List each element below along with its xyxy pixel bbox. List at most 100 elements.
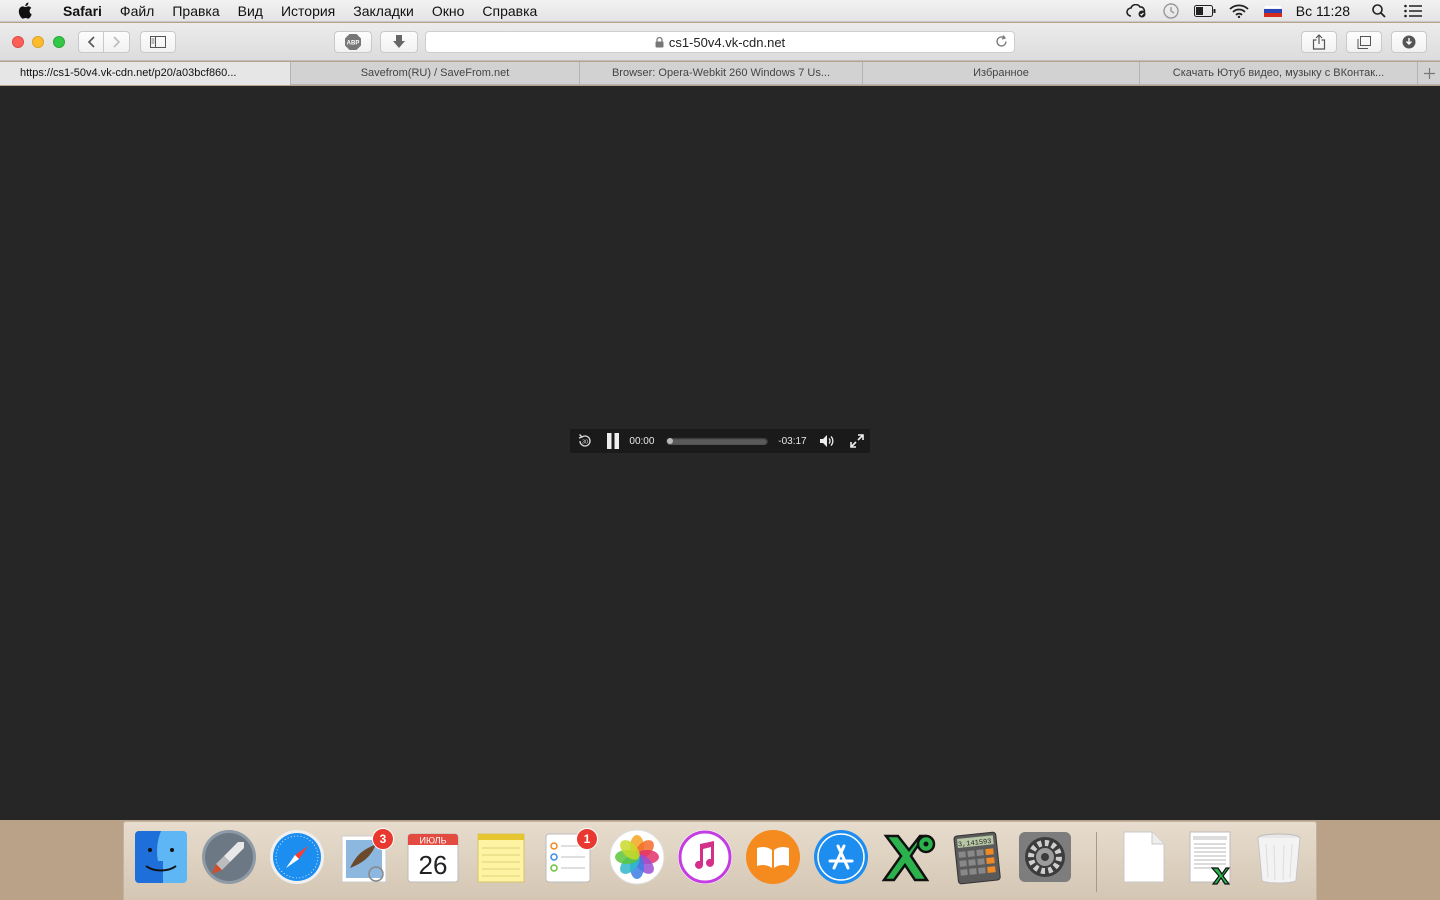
dock-ibooks[interactable] xyxy=(744,828,802,890)
wifi-icon[interactable] xyxy=(1226,0,1252,22)
tab-browser-opera[interactable]: Browser: Opera-Webkit 260 Windows 7 Us..… xyxy=(580,62,863,85)
safari-compass-icon xyxy=(270,830,324,884)
dock-photos[interactable] xyxy=(608,828,666,890)
plus-icon xyxy=(1423,68,1435,79)
dock-mail[interactable]: 3 xyxy=(336,828,394,890)
svg-text:ABP: ABP xyxy=(347,41,360,47)
spotlight-search-icon[interactable] xyxy=(1366,0,1392,22)
ibooks-book-icon xyxy=(746,830,800,884)
adblock-button[interactable]: ABP xyxy=(334,31,372,53)
launchpad-rocket-icon xyxy=(202,830,256,884)
sidebar-toggle-button[interactable] xyxy=(140,31,176,53)
reload-icon[interactable] xyxy=(995,35,1008,48)
downloads-button[interactable] xyxy=(1391,31,1427,53)
new-tab-button[interactable] xyxy=(1418,62,1440,85)
pause-button[interactable] xyxy=(600,433,626,449)
battery-icon[interactable] xyxy=(1192,0,1218,22)
photos-flower-icon xyxy=(609,829,665,885)
tab-vk-cdn[interactable]: https://cs1-50v4.vk-cdn.net/p20/a03bcf86… xyxy=(0,62,291,85)
calendar-day: 26 xyxy=(419,850,448,880)
progress-knob[interactable] xyxy=(667,438,674,444)
close-window-button[interactable] xyxy=(12,36,24,48)
browser-toolbar: ABP cs1-50v4.vk-cdn.net xyxy=(0,23,1440,61)
chevron-right-icon xyxy=(112,36,120,48)
download-circle-icon xyxy=(1402,35,1416,49)
address-text: cs1-50v4.vk-cdn.net xyxy=(668,34,786,50)
dock-document[interactable] xyxy=(1114,828,1172,890)
dock-safari[interactable] xyxy=(268,828,326,890)
fullscreen-button[interactable] xyxy=(844,434,870,448)
rewind-30-icon: 30 xyxy=(578,434,591,447)
page-content: 30 00:00 -03:17 xyxy=(0,86,1440,820)
address-bar[interactable]: cs1-50v4.vk-cdn.net xyxy=(425,31,1015,53)
savefrom-button[interactable] xyxy=(380,31,418,53)
dock-notes[interactable] xyxy=(472,828,530,890)
fullscreen-icon xyxy=(850,434,864,448)
share-button[interactable] xyxy=(1301,31,1337,53)
chevron-left-icon xyxy=(87,36,95,48)
menu-bar: Safari Файл Правка Вид История Закладки … xyxy=(0,0,1440,22)
menubar-clock[interactable]: Вс 11:28 xyxy=(1290,3,1362,19)
volume-button[interactable] xyxy=(815,434,841,448)
dock-key-app[interactable] xyxy=(880,828,938,890)
finder-icon xyxy=(135,831,187,883)
menu-history[interactable]: История xyxy=(272,0,344,22)
russian-flag-icon[interactable] xyxy=(1260,0,1286,22)
mail-badge: 3 xyxy=(372,828,394,850)
pause-icon xyxy=(606,433,619,449)
tabs-icon xyxy=(1357,35,1371,49)
menu-bookmarks[interactable]: Закладки xyxy=(344,0,423,22)
share-icon xyxy=(1312,34,1326,50)
menu-window[interactable]: Окно xyxy=(423,0,474,22)
dock-itunes[interactable] xyxy=(676,828,734,890)
dock-calculator[interactable]: 3,141593 xyxy=(948,828,1006,890)
elapsed-time: 00:00 xyxy=(629,435,655,447)
calendar-month: ИЮЛЬ xyxy=(420,836,447,846)
creative-cloud-icon[interactable] xyxy=(1124,0,1150,22)
app-store-icon xyxy=(814,830,868,884)
dock-reminders[interactable]: 1 xyxy=(540,828,598,890)
menu-app-safari[interactable]: Safari xyxy=(54,0,111,22)
dock-downloads-stack[interactable] xyxy=(1182,828,1240,890)
rewind-30-button[interactable]: 30 xyxy=(572,433,598,449)
dock-calendar[interactable]: ИЮЛЬ 26 xyxy=(404,828,462,890)
back-button[interactable] xyxy=(78,31,104,53)
remaining-time: -03:17 xyxy=(778,435,807,447)
svg-text:30: 30 xyxy=(582,440,588,446)
menu-help[interactable]: Справка xyxy=(473,0,546,22)
notification-center-icon[interactable] xyxy=(1400,0,1426,22)
dock-separator xyxy=(1096,832,1097,892)
dock-trash[interactable] xyxy=(1250,828,1308,890)
speaker-icon xyxy=(820,435,834,447)
menu-view[interactable]: Вид xyxy=(229,0,272,22)
minimize-window-button[interactable] xyxy=(32,36,44,48)
media-player-controls: 30 00:00 -03:17 xyxy=(570,429,870,453)
calculator-icon: 3,141593 xyxy=(953,831,1001,885)
tab-favorites[interactable]: Избранное xyxy=(863,62,1140,85)
menu-file[interactable]: Файл xyxy=(111,0,163,22)
zoom-window-button[interactable] xyxy=(53,36,65,48)
calendar-icon: ИЮЛЬ 26 xyxy=(407,833,459,883)
sidebar-icon xyxy=(150,36,166,48)
trash-icon xyxy=(1257,833,1301,884)
time-machine-icon[interactable] xyxy=(1158,0,1184,22)
itunes-note-icon xyxy=(678,830,732,884)
progress-slider[interactable] xyxy=(666,437,769,445)
tab-savefrom[interactable]: Savefrom(RU) / SaveFrom.net xyxy=(291,62,580,85)
reminders-badge: 1 xyxy=(576,828,598,850)
dock-finder[interactable] xyxy=(132,828,190,890)
downloads-stack-icon xyxy=(1189,831,1231,885)
menu-edit[interactable]: Правка xyxy=(163,0,228,22)
blank-document-icon xyxy=(1123,831,1165,883)
green-key-icon xyxy=(881,834,936,882)
dock-launchpad[interactable] xyxy=(200,828,258,890)
dock: 3 ИЮЛЬ 26 1 3,141593 xyxy=(123,821,1317,900)
dock-system-preferences[interactable] xyxy=(1016,828,1074,890)
tab-overview-button[interactable] xyxy=(1346,31,1382,53)
tab-youtube-download[interactable]: Скачать Ютуб видео, музыку с ВКонтак... xyxy=(1140,62,1418,85)
notes-pad-icon xyxy=(477,833,525,883)
forward-button[interactable] xyxy=(104,31,130,53)
tab-bar: https://cs1-50v4.vk-cdn.net/p20/a03bcf86… xyxy=(0,62,1440,85)
apple-menu-icon[interactable] xyxy=(18,2,40,19)
dock-app-store[interactable] xyxy=(812,828,870,890)
